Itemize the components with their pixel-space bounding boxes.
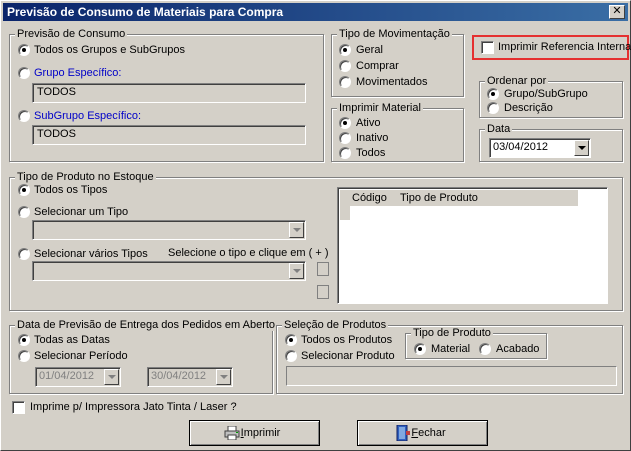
label-todos-tipos[interactable]: Todos os Tipos — [34, 184, 107, 197]
radio-comprar[interactable] — [339, 60, 351, 72]
tipos-listview[interactable]: Código Tipo de Produto — [337, 187, 608, 304]
grupo-especifico-value: TODOS — [37, 86, 76, 98]
data-datepicker[interactable]: 03/04/2012 — [489, 138, 591, 158]
exit-door-icon — [396, 425, 410, 441]
radio-ativo[interactable] — [339, 117, 351, 129]
tipo-produto-group: Tipo de Produto Material Acabado — [405, 327, 547, 359]
fechar-button[interactable]: Fechar — [357, 420, 488, 446]
radio-selecionar-varios-tipos[interactable] — [18, 248, 30, 260]
printer-icon — [224, 426, 240, 440]
radio-grupo-especifico[interactable] — [18, 67, 30, 79]
label-referencia-interna[interactable]: Imprimir Referencia Interna — [498, 41, 631, 54]
chevron-down-icon[interactable] — [289, 222, 304, 238]
hint-selecione-tipo: Selecione o tipo e clique em ( + ) — [168, 247, 329, 259]
label-subgrupo-especifico[interactable]: SubGrupo Específico: — [34, 110, 141, 123]
radio-todos-material[interactable] — [339, 147, 351, 159]
entrega-group: Data de Previsão de Entrega dos Pedidos … — [9, 319, 278, 394]
tipo-produto-estoque-group: Tipo de Produto no Estoque Todos os Tipo… — [9, 171, 623, 311]
date-from-value: 01/04/2012 — [39, 370, 95, 382]
label-todas-datas[interactable]: Todas as Datas — [34, 334, 110, 347]
radio-subgrupo-especifico[interactable] — [18, 110, 30, 122]
selecao-produtos-legend: Seleção de Produtos — [282, 319, 389, 331]
window-title: Previsão de Consumo de Materiais para Co… — [7, 5, 284, 19]
imprimir-material-legend: Imprimir Material — [337, 102, 423, 114]
label-material[interactable]: Material — [431, 343, 470, 356]
label-comprar[interactable]: Comprar — [356, 60, 399, 73]
imprimir-material-group: Imprimir Material Ativo Inativo Todos — [331, 102, 464, 162]
chevron-down-icon[interactable] — [289, 263, 304, 279]
checkbox-referencia-interna[interactable] — [481, 41, 494, 54]
label-todos-produtos[interactable]: Todos os Produtos — [301, 334, 392, 347]
column-tipo-produto[interactable]: Tipo de Produto — [400, 190, 478, 206]
label-acabado[interactable]: Acabado — [496, 343, 539, 356]
label-descricao[interactable]: Descrição — [504, 102, 553, 115]
label-grupo-especifico[interactable]: Grupo Específico: — [34, 67, 121, 80]
chevron-down-icon[interactable] — [104, 369, 119, 385]
imprimir-label: mprimir — [243, 427, 281, 439]
column-codigo[interactable]: Código — [352, 190, 387, 206]
ordenar-por-group: Ordenar por Grupo/SubGrupo Descrição — [479, 75, 623, 118]
label-selecionar-periodo[interactable]: Selecionar Período — [34, 350, 128, 363]
listview-header: Código Tipo de Produto — [340, 190, 578, 206]
checkbox-jato-tinta[interactable] — [12, 401, 25, 414]
radio-selecionar-produto[interactable] — [285, 350, 297, 362]
listview-row-selector — [340, 206, 350, 220]
tipo-produto-estoque-legend: Tipo de Produto no Estoque — [15, 171, 156, 183]
radio-inativo[interactable] — [339, 132, 351, 144]
remove-tipo-button[interactable] — [317, 285, 329, 299]
radio-acabado[interactable] — [479, 343, 491, 355]
radio-selecionar-um-tipo[interactable] — [18, 206, 30, 218]
radio-todas-datas[interactable] — [18, 334, 30, 346]
label-geral[interactable]: Geral — [356, 44, 383, 57]
data-legend: Data — [485, 123, 513, 135]
selecao-produtos-group: Seleção de Produtos Todos os Produtos Se… — [276, 319, 623, 394]
radio-todos-produtos[interactable] — [285, 334, 297, 346]
label-selecionar-varios-tipos[interactable]: Selecionar vários Tipos — [34, 248, 148, 261]
add-tipo-button[interactable] — [317, 262, 329, 276]
radio-descricao[interactable] — [487, 102, 499, 114]
grupo-especifico-field[interactable]: TODOS — [32, 83, 306, 103]
data-value: 03/04/2012 — [493, 141, 549, 153]
tipo-movimentacao-group: Tipo de Movimentação Geral Comprar Movim… — [331, 28, 464, 97]
tipo-movimentacao-legend: Tipo de Movimentação — [337, 28, 452, 40]
label-grupo-subgrupo[interactable]: Grupo/SubGrupo — [504, 88, 588, 101]
varios-tipos-dropdown[interactable] — [32, 261, 306, 281]
radio-geral[interactable] — [339, 44, 351, 56]
chevron-down-icon[interactable] — [574, 140, 589, 156]
date-from-picker[interactable]: 01/04/2012 — [35, 367, 121, 387]
previsao-consumo-legend: Previsão de Consumo — [15, 28, 128, 40]
previsao-consumo-group: Previsão de Consumo Todos os Grupos e Su… — [9, 28, 324, 162]
subgrupo-especifico-value: TODOS — [37, 128, 76, 140]
chevron-down-icon[interactable] — [216, 369, 231, 385]
entrega-legend: Data de Previsão de Entrega dos Pedidos … — [15, 319, 278, 331]
radio-grupo-subgrupo[interactable] — [487, 88, 499, 100]
label-todos-grupos[interactable]: Todos os Grupos e SubGrupos — [34, 44, 185, 57]
imprimir-button[interactable]: Imprimir — [189, 420, 320, 446]
date-to-picker[interactable]: 30/04/2012 — [147, 367, 233, 387]
label-inativo[interactable]: Inativo — [356, 132, 388, 145]
radio-material[interactable] — [414, 343, 426, 355]
label-selecionar-produto[interactable]: Selecionar Produto — [301, 350, 395, 363]
close-button[interactable]: ✕ — [609, 5, 625, 19]
label-selecionar-um-tipo[interactable]: Selecionar um Tipo — [34, 206, 128, 219]
label-todos-material[interactable]: Todos — [356, 147, 385, 160]
radio-movimentados[interactable] — [339, 76, 351, 88]
subgrupo-especifico-field[interactable]: TODOS — [32, 125, 306, 145]
ordenar-por-legend: Ordenar por — [485, 75, 549, 87]
dialog-window: Previsão de Consumo de Materiais para Co… — [0, 0, 631, 451]
label-movimentados[interactable]: Movimentados — [356, 76, 428, 89]
produto-field[interactable] — [286, 366, 617, 386]
label-jato-tinta[interactable]: Imprime p/ Impressora Jato Tinta / Laser… — [30, 401, 237, 414]
date-to-value: 30/04/2012 — [151, 370, 207, 382]
tipo-produto-legend: Tipo de Produto — [411, 327, 493, 339]
radio-todos-tipos[interactable] — [18, 184, 30, 196]
data-group: Data 03/04/2012 — [479, 123, 623, 162]
fechar-label: echar — [418, 427, 446, 439]
label-ativo[interactable]: Ativo — [356, 117, 380, 130]
radio-todos-grupos[interactable] — [18, 44, 30, 56]
close-icon: ✕ — [612, 5, 622, 17]
radio-selecionar-periodo[interactable] — [18, 350, 30, 362]
um-tipo-dropdown[interactable] — [32, 220, 306, 240]
title-bar: Previsão de Consumo de Materiais para Co… — [3, 3, 628, 21]
